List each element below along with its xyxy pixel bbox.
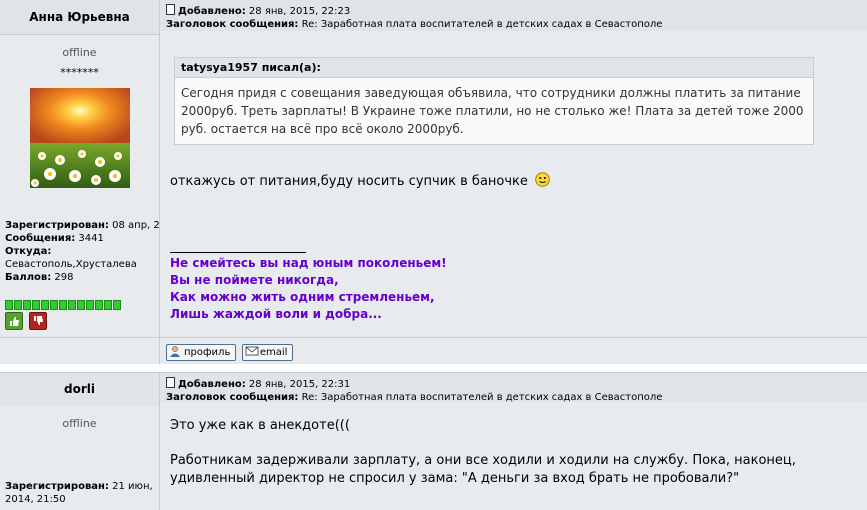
subject-label: Заголовок сообщения: [166, 19, 299, 30]
post-document-icon[interactable] [166, 4, 175, 15]
from-label: Откуда: [5, 246, 52, 257]
message-text: откажусь от питания,буду носить супчик в… [170, 172, 550, 193]
post-1: Анна Юрьевна Добавлено: 28 янв, 2015, 22… [0, 0, 867, 368]
added-date: 28 янв, 2015, 22:23 [248, 6, 351, 17]
thumb-up-icon[interactable] [5, 312, 23, 330]
messages-label: Сообщения: [5, 233, 76, 244]
profile-icon [169, 345, 181, 357]
post-2: dorli Добавлено: 28 янв, 2015, 22:31 Заг… [0, 372, 867, 510]
avatar-image-daisies [30, 88, 130, 188]
email-button[interactable]: email [241, 344, 294, 361]
author-profile: offline Зарегистрирован: 21 июн, 2014, 2… [0, 406, 160, 510]
post-author-name[interactable]: Анна Юрьевна [29, 10, 130, 24]
post-footer: профиль email [0, 337, 867, 364]
envelope-icon [245, 345, 259, 357]
subject-value: Re: Заработная плата воспитателей в детс… [301, 19, 663, 30]
post-body: tatysya1957 писал(а): Сегодня придя с со… [160, 31, 867, 337]
quote-block: tatysya1957 писал(а): Сегодня придя с со… [174, 57, 814, 145]
post-author-cell: Анна Юрьевна [0, 0, 160, 35]
vote-buttons [5, 312, 49, 330]
rank-stars: ******* [60, 66, 99, 79]
post-document-icon[interactable] [166, 377, 175, 388]
author-details: Зарегистрирован: 21 июн, 2014, 21:50 [5, 480, 159, 506]
message-text: Это уже как в анекдоте((( [170, 418, 350, 433]
post-header: Добавлено: 28 янв, 2015, 22:23 Заголовок… [160, 0, 867, 35]
points-label: Баллов: [5, 272, 52, 283]
post-body: Это уже как в анекдоте((( Работникам зад… [160, 402, 867, 510]
online-status: offline [62, 417, 97, 430]
signature-line: Лишь жаждой воли и добра... [170, 307, 382, 321]
post-author-cell: dorli [0, 372, 160, 407]
online-status: offline [62, 46, 97, 59]
quote-author: tatysya1957 писал(а): [175, 58, 813, 78]
signature: Не смейтесь вы над юным поколеньем! Вы н… [170, 255, 447, 323]
message-text: Работникам задерживали зарплату, а они в… [170, 453, 796, 486]
signature-divider [170, 252, 306, 253]
avatar [30, 88, 130, 188]
quote-text: Сегодня придя с совещания заведующая объ… [181, 86, 804, 136]
thumb-down-icon[interactable] [28, 312, 47, 330]
signature-line: Не смейтесь вы над юным поколеньем! [170, 256, 447, 270]
post-author-name[interactable]: dorli [64, 382, 95, 396]
added-label: Добавлено: [178, 379, 246, 390]
points-value: 298 [54, 272, 74, 283]
registered-label: Зарегистрирован: [5, 481, 109, 492]
signature-line: Вы не поймете никогда, [170, 273, 339, 287]
smiley-icon [535, 172, 550, 193]
profile-button[interactable]: профиль [166, 344, 237, 361]
added-date: 28 янв, 2015, 22:31 [248, 379, 351, 390]
registered-label: Зарегистрирован: [5, 220, 109, 231]
added-label: Добавлено: [178, 6, 246, 17]
messages-value: 3441 [78, 233, 104, 244]
signature-line: Как можно жить одним стремленьем, [170, 290, 435, 304]
